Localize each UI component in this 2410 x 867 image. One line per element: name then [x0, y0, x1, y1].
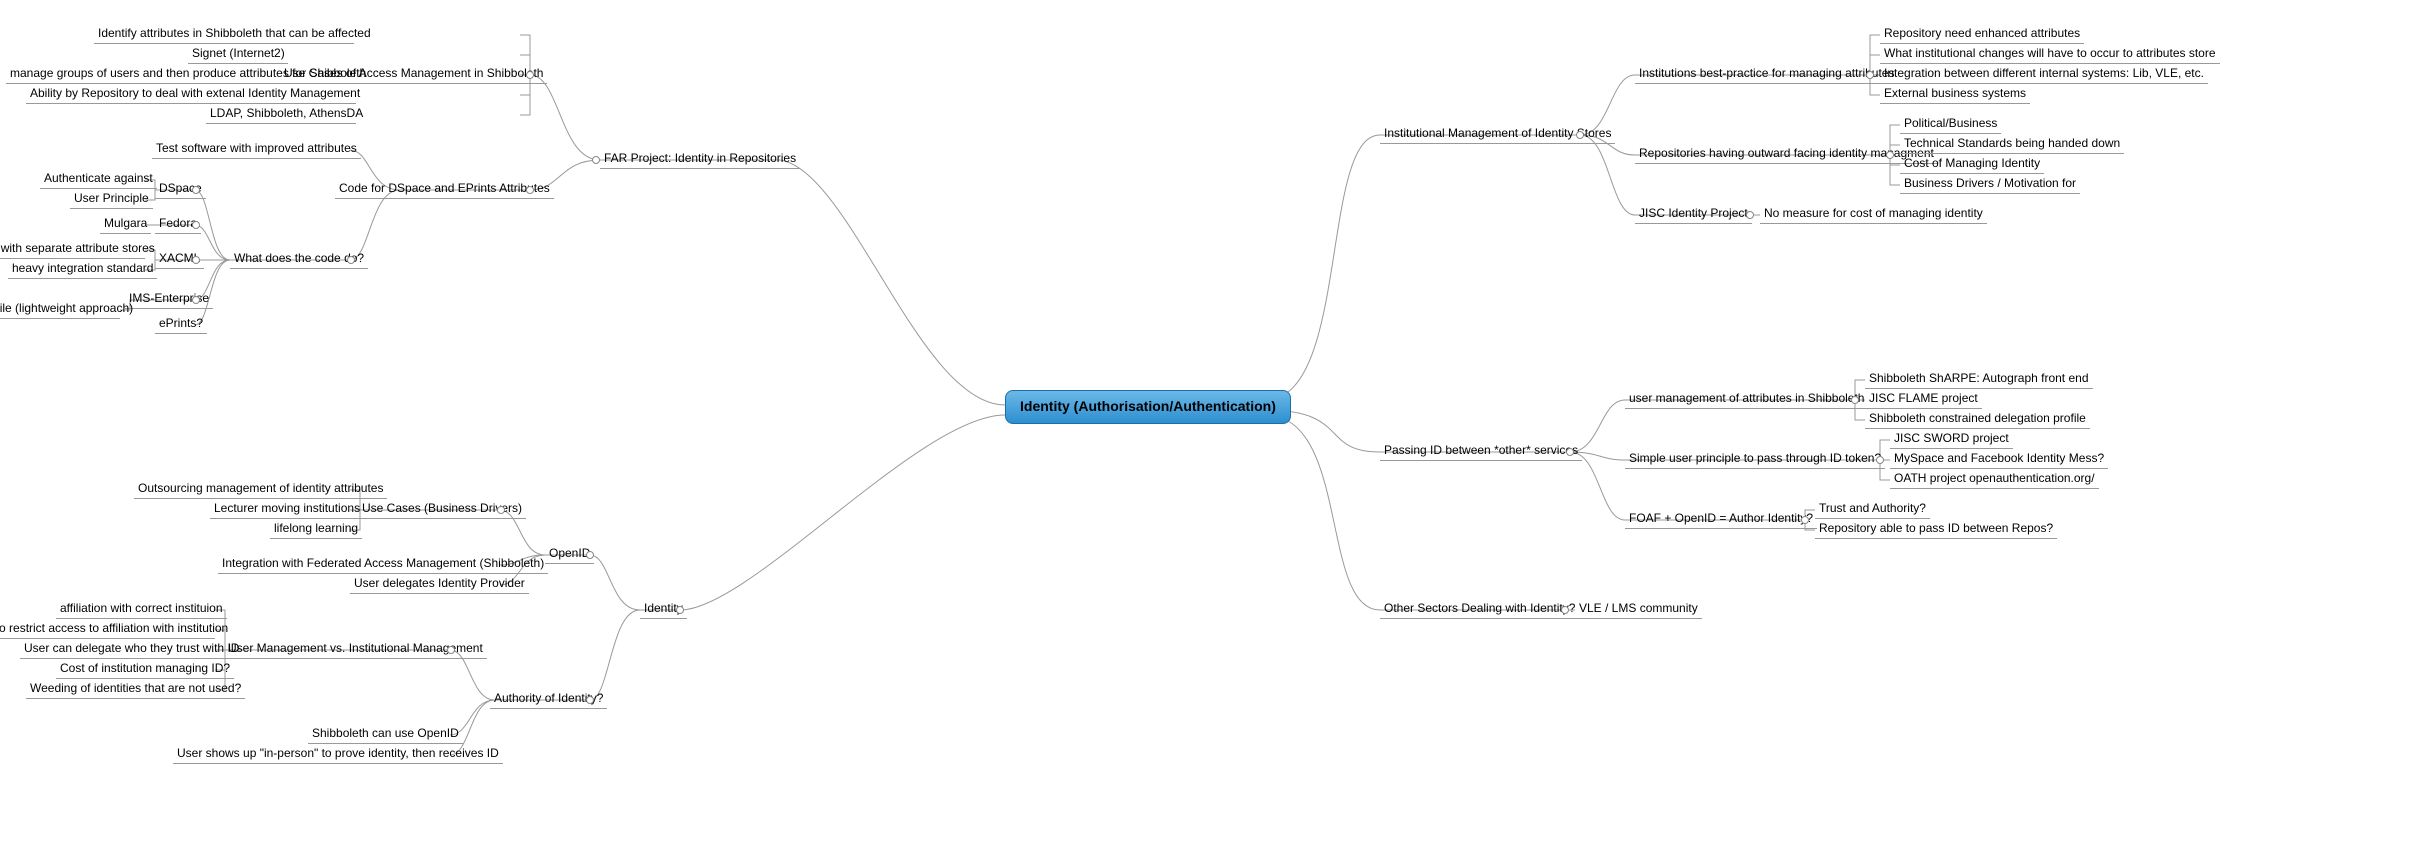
- fold-icon[interactable]: [192, 296, 200, 304]
- leaf: JISC SWORD project: [1890, 428, 2013, 449]
- leaf: ApplicationProfile (lightweight approach…: [0, 298, 120, 319]
- leaf: right to restrict access to affiliation …: [0, 618, 215, 639]
- leaf: Lecturer moving institutions: [210, 498, 364, 519]
- fold-icon[interactable]: [1566, 448, 1574, 456]
- leaf: heavy integration standard: [8, 258, 157, 279]
- leaf: User delegates Identity Provider: [350, 573, 529, 594]
- fold-icon[interactable]: [1746, 211, 1754, 219]
- leaf: Shibboleth constrained delegation profil…: [1865, 408, 2090, 429]
- leaf: Integration with Federated Access Manage…: [218, 553, 548, 574]
- leaf: User shows up "in-person" to prove ident…: [173, 743, 503, 764]
- leaf: Technical Standards being handed down: [1900, 133, 2124, 154]
- leaf: manage groups of users and then produce …: [6, 63, 356, 84]
- fold-icon[interactable]: [192, 186, 200, 194]
- leaf: Identify attributes in Shibboleth that c…: [94, 23, 354, 44]
- leaf: Signet (Internet2): [188, 43, 288, 64]
- leaf: Ability by Repository to deal with exten…: [26, 83, 356, 104]
- leaf: Trust and Authority?: [1815, 498, 1930, 519]
- eprints: ePrints?: [155, 313, 207, 334]
- passing-simple[interactable]: Simple user principle to pass through ID…: [1625, 448, 1885, 469]
- fold-icon[interactable]: [1886, 151, 1894, 159]
- leaf: Cost of institution managing ID?: [56, 658, 234, 679]
- leaf: Test software with improved attributes: [152, 138, 361, 159]
- fold-icon[interactable]: [192, 256, 200, 264]
- leaf: Outsourcing management of identity attri…: [134, 478, 387, 499]
- passing-id[interactable]: Passing ID between *other* services: [1380, 440, 1582, 461]
- fold-icon[interactable]: [1851, 396, 1859, 404]
- other-sectors[interactable]: Other Sectors Dealing with Identity?: [1380, 598, 1579, 619]
- fold-icon[interactable]: [1576, 131, 1584, 139]
- fold-icon[interactable]: [1866, 71, 1874, 79]
- fold-icon[interactable]: [497, 506, 505, 514]
- inst-jisc[interactable]: JISC Identity Project: [1635, 203, 1752, 224]
- leaf: What institutional changes will have to …: [1880, 43, 2220, 64]
- fold-icon[interactable]: [526, 186, 534, 194]
- leaf: Shibboleth ShARPE: Autograph front end: [1865, 368, 2093, 389]
- leaf: External business systems: [1880, 83, 2030, 104]
- fold-icon[interactable]: [1801, 516, 1809, 524]
- leaf: Repository need enhanced attributes: [1880, 23, 2084, 44]
- leaf: User can delegate who they trust with ID: [20, 638, 243, 659]
- fold-icon[interactable]: [347, 256, 355, 264]
- fold-icon[interactable]: [1561, 606, 1569, 614]
- leaf: Political/Business: [1900, 113, 2001, 134]
- far-code[interactable]: Code for DSpace and EPrints Attributes: [335, 178, 554, 199]
- leaf: Weeding of identities that are not used?: [26, 678, 245, 699]
- leaf: Mulgara: [100, 213, 151, 234]
- leaf: User Principle: [70, 188, 153, 209]
- leaf: JISC FLAME project: [1865, 388, 1982, 409]
- leaf: affiliation with correct instituion: [56, 598, 227, 619]
- fold-icon[interactable]: [526, 71, 534, 79]
- leaf: Repository able to pass ID between Repos…: [1815, 518, 2057, 539]
- passing-shib[interactable]: user management of attributes in Shibbol…: [1625, 388, 1868, 409]
- leaf: MySpace and Facebook Identity Mess?: [1890, 448, 2108, 469]
- leaf: Business Drivers / Motivation for: [1900, 173, 2080, 194]
- leaf: integrating systems with separate attrib…: [0, 238, 145, 259]
- leaf: lifelong learning: [270, 518, 362, 539]
- fold-icon[interactable]: [192, 221, 200, 229]
- leaf: No measure for cost of managing identity: [1760, 203, 1987, 224]
- fold-icon[interactable]: [1876, 456, 1884, 464]
- fold-icon[interactable]: [586, 551, 594, 559]
- fold-icon[interactable]: [592, 156, 600, 164]
- root-node[interactable]: Identity (Authorisation/Authentication): [1005, 390, 1291, 424]
- fold-icon[interactable]: [586, 696, 594, 704]
- leaf: Authenticate against: [40, 168, 157, 189]
- leaf: VLE / LMS community: [1575, 598, 1702, 619]
- passing-foaf[interactable]: FOAF + OpenID = Author Identity?: [1625, 508, 1817, 529]
- leaf: Integration between different internal s…: [1880, 63, 2208, 84]
- fold-icon[interactable]: [676, 606, 684, 614]
- leaf: LDAP, Shibboleth, AthensDA: [206, 103, 356, 124]
- leaf: Shibboleth can use OpenID: [308, 723, 463, 744]
- inst-best[interactable]: Institutions best-practice for managing …: [1635, 63, 1898, 84]
- far-project[interactable]: FAR Project: Identity in Repositories: [600, 148, 800, 169]
- fold-icon[interactable]: [447, 646, 455, 654]
- leaf: Cost of Managing Identity: [1900, 153, 2044, 174]
- leaf: OATH project openauthentication.org/: [1890, 468, 2099, 489]
